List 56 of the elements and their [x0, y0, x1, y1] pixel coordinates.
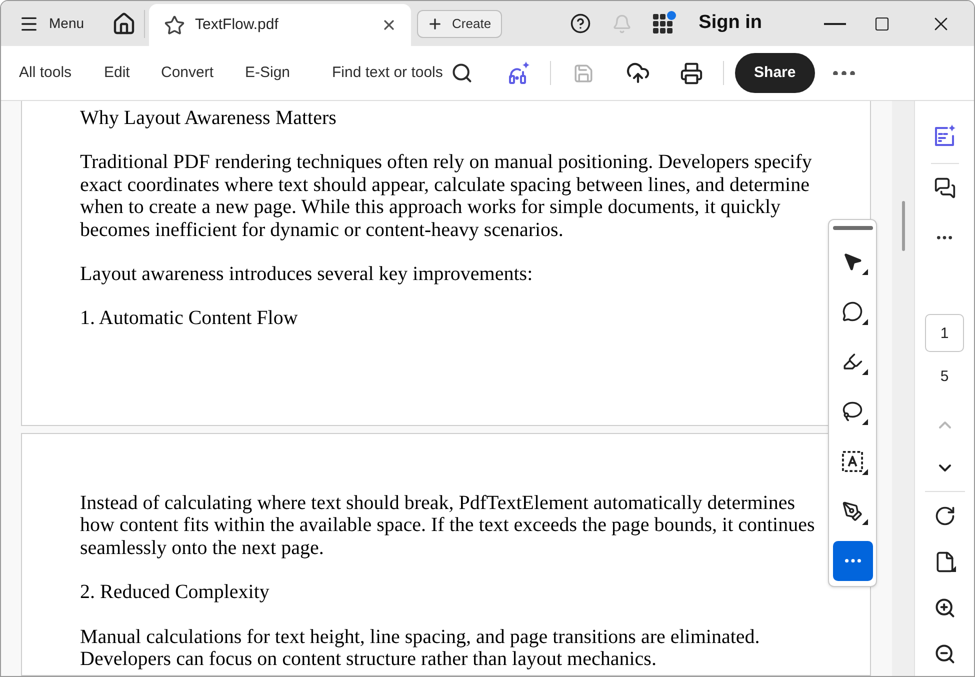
nav-tab[interactable]: Edit: [93, 55, 150, 91]
paragraph-text: Manual calculations for text height, line spacing, and page transitions are eliminated. Developers can focus on content structure rather than layout mechanics.: [80, 626, 761, 670]
paragraph-text: Layout awareness introduces several key improvements:: [80, 263, 534, 286]
nav-tab[interactable]: All tools: [8, 55, 93, 91]
maximize-icon: [874, 16, 890, 32]
search-icon: [450, 62, 473, 84]
minimize-icon: [824, 22, 846, 24]
more-icon: [937, 236, 952, 240]
page-number-field[interactable]: 1: [925, 314, 964, 352]
more-icon: [832, 70, 855, 76]
create-button[interactable]: Create: [417, 10, 502, 38]
page-count: 5: [940, 367, 949, 387]
nav-tab[interactable]: Convert: [150, 55, 234, 91]
search-button[interactable]: Find text or tools: [321, 55, 484, 91]
share-button[interactable]: Share: [734, 53, 815, 93]
nav-tab[interactable]: E-Sign: [234, 55, 300, 91]
zoom-in-icon: [934, 597, 956, 619]
lasso-icon: [842, 400, 863, 422]
pen-nib-icon: [842, 500, 863, 522]
document-tab[interactable]: TextFlow.pdf: [149, 4, 412, 46]
paragraph-text: 2. Reduced Complexity: [80, 581, 270, 604]
cloud-upload-icon: [626, 61, 650, 85]
tab-title: TextFlow.pdf: [195, 14, 278, 35]
submenu-triangle-icon: [862, 519, 868, 525]
scrollbar-thumb[interactable]: [902, 201, 904, 251]
rotate-icon: [934, 505, 956, 527]
submenu-triangle-icon: [862, 369, 868, 375]
submenu-triangle-icon: [862, 269, 868, 275]
menu-button[interactable]: Menu: [8, 6, 96, 40]
paragraph-text: Instead of calculating where text should break, PdfTextElement automatically determines how content fits within the available space. If the text exceeds the page bounds, it continues seamlessly onto the next page.: [80, 492, 816, 560]
apps-grid-icon: [652, 14, 673, 34]
submenu-triangle-icon: [862, 469, 868, 475]
text-box-icon: [842, 450, 863, 472]
comments-icon: [934, 177, 956, 199]
submenu-triangle-icon: [862, 319, 868, 325]
home-icon: [112, 12, 136, 36]
paragraph-text: Why Layout Awareness Matters: [80, 107, 338, 130]
apps-button[interactable]: [650, 12, 675, 36]
star-icon: [164, 14, 186, 36]
paragraph-text: Traditional PDF rendering techniques often rely on manual positioning. Developers specify exact coordinates where text should appear, calculate spacing between lines, and determine when to create a new page. While this approach works for simple documents, it quickly becomes inefficient for dynamic or content-heavy scenarios.: [80, 151, 813, 242]
pointer-icon: [842, 250, 863, 272]
drag-handle[interactable]: [832, 226, 872, 230]
help-icon: [570, 13, 592, 34]
submenu-triangle-icon: [950, 566, 956, 572]
comment-icon: [842, 300, 863, 322]
more-icon: [844, 559, 860, 563]
sparkle-tool-icon: [506, 61, 531, 85]
sign-in-button[interactable]: Sign in: [698, 9, 762, 38]
help-button[interactable]: [568, 12, 593, 36]
sparkle-document-icon: [932, 124, 956, 148]
zoom-out-icon: [934, 643, 956, 665]
plus-icon: [427, 16, 444, 32]
paragraph-text: 1. Automatic Content Flow: [80, 307, 299, 330]
printer-icon: [680, 62, 704, 84]
submenu-triangle-icon: [862, 419, 868, 425]
highlighter-icon: [842, 350, 863, 372]
